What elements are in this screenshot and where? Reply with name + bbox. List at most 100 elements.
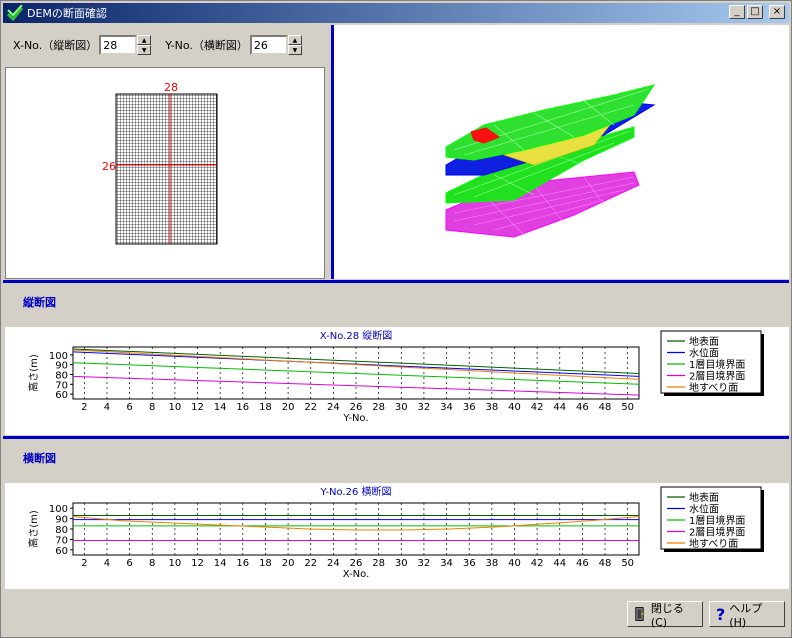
y-no-up-icon[interactable]: ▲ <box>287 35 302 45</box>
cross-y-tick-label: 60 <box>55 546 68 557</box>
longitudinal-legend-label: 水位面 <box>689 347 719 360</box>
cross-x-tick-label: 24 <box>327 558 340 569</box>
longitudinal-x-tick-label: 50 <box>621 402 634 413</box>
longitudinal-x-tick-label: 26 <box>350 402 363 413</box>
longitudinal-x-tick-label: 22 <box>304 402 317 413</box>
cross-legend-label: 水位面 <box>689 503 719 516</box>
x-no-label: X-No.（縦断図） <box>13 39 98 52</box>
main-window: DEMの断面確認 _ □ × X-No.（縦断図） ▲ ▼ Y-No.（横断図）… <box>0 0 792 638</box>
cross-x-tick-label: 28 <box>372 558 385 569</box>
cross-y-tick-label: 100 <box>49 504 68 515</box>
cross-x-tick-label: 12 <box>191 558 204 569</box>
help-button[interactable]: ? ヘルプ(H) <box>709 601 785 629</box>
longitudinal-x-axis-label: Y-No. <box>342 413 368 424</box>
longitudinal-x-tick-label: 28 <box>372 402 385 413</box>
3d-view-panel[interactable] <box>331 25 789 279</box>
cross-x-tick-label: 44 <box>553 558 566 569</box>
help-button-label: ヘルプ(H) <box>729 601 763 629</box>
cross-x-tick-label: 32 <box>418 558 431 569</box>
longitudinal-x-tick-label: 2 <box>81 402 87 413</box>
selection-panel: X-No.（縦断図） ▲ ▼ Y-No.（横断図） ▲ ▼ <box>5 25 325 279</box>
close-button-label: 閉じる(C) <box>650 601 684 629</box>
longitudinal-x-tick-label: 34 <box>440 402 453 413</box>
longitudinal-x-tick-label: 46 <box>576 402 589 413</box>
close-button[interactable]: 閉じる(C) <box>627 601 703 629</box>
title-bar[interactable]: DEMの断面確認 _ □ × <box>3 3 789 23</box>
longitudinal-chart: X-No.28 縦断図2 4 6 8 10 12 14 16 18 20 22 24 26 28 30 32 3… <box>27 329 764 424</box>
x-no-spinner[interactable]: ▲ ▼ <box>99 35 152 55</box>
y-no-spinner[interactable]: ▲ ▼ <box>249 35 302 55</box>
plan-grid-mesh <box>115 93 218 245</box>
longitudinal-legend-label: 1層目境界面 <box>689 358 745 371</box>
plan-grid[interactable]: 28 26 <box>6 68 324 278</box>
longitudinal-x-tick-label: 48 <box>599 402 612 413</box>
longitudinal-x-tick-label: 10 <box>169 402 182 413</box>
cross-plot-area: Y-No.26 横断図 2 4 6 8 10 12 14 16 18 20 22 24 26 28 30 32 3… <box>5 483 789 589</box>
splitter-bottom[interactable] <box>3 436 789 439</box>
longitudinal-y-tick-label: 100 <box>49 351 68 362</box>
x-no-input[interactable] <box>99 35 138 55</box>
help-icon: ? <box>716 604 726 624</box>
longitudinal-y-tick-label: 80 <box>55 370 68 381</box>
cross-header: 横断図 <box>23 452 56 465</box>
cross-legend-label: 地すべり面 <box>689 537 738 550</box>
longitudinal-x-tick-label: 40 <box>508 402 521 413</box>
cross-x-tick-label: 22 <box>304 558 317 569</box>
cross-y-axis-label: 高さ(m) <box>27 510 40 548</box>
maximize-button[interactable]: □ <box>747 5 763 19</box>
cross-y-tick-label: 80 <box>55 525 68 536</box>
cross-x-axis-label: X-No. <box>343 569 370 580</box>
y-no-down-icon[interactable]: ▼ <box>287 45 302 55</box>
window-title: DEMの断面確認 <box>27 7 107 20</box>
y-no-input[interactable] <box>249 35 288 55</box>
selector-toolbar: X-No.（縦断図） ▲ ▼ Y-No.（横断図） ▲ ▼ <box>5 25 325 65</box>
cross-x-tick-label: 40 <box>508 558 521 569</box>
longitudinal-x-tick-label: 44 <box>553 402 566 413</box>
app-icon <box>7 5 23 21</box>
cross-x-tick-label: 10 <box>169 558 182 569</box>
longitudinal-plot-area: X-No.28 縦断図 2 4 6 8 10 12 14 16 18 20 22 24 26 28 30 32 3… <box>5 327 789 435</box>
longitudinal-x-tick-label: 32 <box>418 402 431 413</box>
longitudinal-x-tick-label: 16 <box>236 402 249 413</box>
cross-x-tick-label: 2 <box>81 558 87 569</box>
cross-x-tick-label: 20 <box>282 558 295 569</box>
longitudinal-x-tick-label: 24 <box>327 402 340 413</box>
cross-legend-label: 2層目境界面 <box>689 526 745 539</box>
cross-chart: Y-No.26 横断図2 4 6 8 10 12 14 16 18 20 22 24 26 28 30 32 3… <box>27 485 764 580</box>
x-no-up-icon[interactable]: ▲ <box>137 35 152 45</box>
longitudinal-x-tick-label: 6 <box>126 402 132 413</box>
longitudinal-x-tick-label: 18 <box>259 402 272 413</box>
longitudinal-x-tick-label: 38 <box>485 402 498 413</box>
3d-surface-view <box>445 84 656 238</box>
cross-x-tick-label: 4 <box>104 558 110 569</box>
cross-x-tick-label: 36 <box>463 558 476 569</box>
longitudinal-x-tick-label: 8 <box>149 402 155 413</box>
longitudinal-x-tick-label: 30 <box>395 402 408 413</box>
plan-grid-panel: 28 26 <box>5 67 325 279</box>
longitudinal-y-tick-label: 70 <box>55 380 68 391</box>
cross-x-tick-label: 26 <box>350 558 363 569</box>
y-mark-label: 26 <box>102 160 116 173</box>
cross-y-tick-label: 90 <box>55 515 68 526</box>
cross-x-tick-label: 50 <box>621 558 634 569</box>
longitudinal-section: 縦断図 X-No.28 縦断図 2 4 6 8 10 12 14 16 18 20 22 24 26 28 3… <box>5 285 789 435</box>
x-mark-label: 28 <box>164 81 178 94</box>
longitudinal-x-tick-label: 4 <box>104 402 110 413</box>
cross-x-tick-label: 14 <box>214 558 227 569</box>
close-window-button[interactable]: × <box>769 5 785 19</box>
longitudinal-x-tick-label: 42 <box>531 402 544 413</box>
cross-chart-title: Y-No.26 横断図 <box>319 485 391 498</box>
longitudinal-x-tick-label: 12 <box>191 402 204 413</box>
cross-x-tick-label: 38 <box>485 558 498 569</box>
x-no-down-icon[interactable]: ▼ <box>137 45 152 55</box>
longitudinal-legend-label: 2層目境界面 <box>689 370 745 383</box>
cross-x-tick-label: 30 <box>395 558 408 569</box>
cross-x-tick-label: 48 <box>599 558 612 569</box>
longitudinal-x-tick-label: 36 <box>463 402 476 413</box>
longitudinal-y-tick-label: 60 <box>55 390 68 401</box>
cross-x-tick-label: 6 <box>126 558 132 569</box>
longitudinal-y-tick-label: 90 <box>55 361 68 372</box>
longitudinal-y-axis-label: 高さ(m) <box>27 354 40 392</box>
splitter-top[interactable] <box>3 280 789 283</box>
minimize-button[interactable]: _ <box>729 5 745 19</box>
